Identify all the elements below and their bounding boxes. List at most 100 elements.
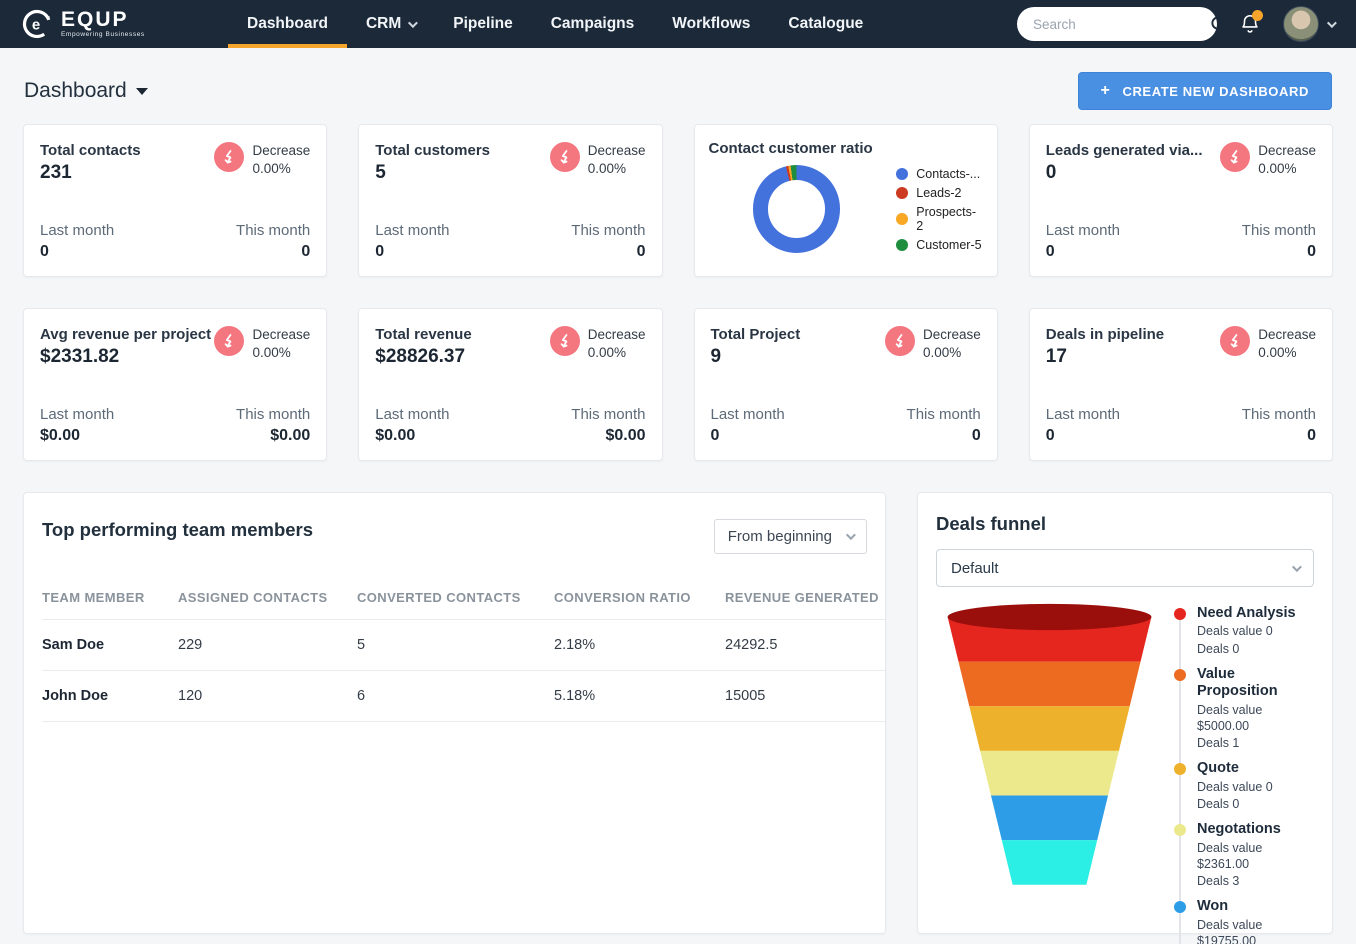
trend-label: Decrease [252, 327, 311, 342]
converted-contacts-value: 5 [357, 619, 554, 671]
stage-dot [1174, 608, 1186, 620]
trend-percent: 0.00% [1258, 161, 1297, 177]
stage-dot [1174, 824, 1186, 837]
trend-label: Decrease [922, 327, 981, 342]
stat-value: 17 [1045, 346, 1067, 367]
user-menu[interactable] [1283, 6, 1337, 42]
col-converted-contacts: CONVERTED CONTACTS [357, 590, 521, 605]
funnel-stage: Won Deals value $19755.00 Deals 10 [1174, 898, 1314, 944]
stat-value: 0 [1045, 162, 1057, 183]
contact-customer-ratio-card: Contact customer ratio Contacts-... Lead… [693, 124, 998, 277]
notifications-bell[interactable] [1239, 10, 1263, 36]
last-month-value: 0 [40, 243, 49, 260]
funnel-stage: Negotations Deals value $2361.00 Deals 3 [1174, 821, 1314, 889]
this-month-value: $0.00 [270, 427, 311, 444]
col-conversion-ratio: CONVERSION RATIO [554, 590, 691, 605]
nav-item-campaigns[interactable]: Campaigns [532, 0, 654, 48]
stat-card-total-revenue: Total revenue $28826.37 Decrease 0.00% La… [358, 308, 663, 461]
stat-card-deals-in-pipeline: Deals in pipeline 17 Decrease 0.00% Last … [1028, 308, 1333, 461]
last-month-label: Last month [710, 406, 785, 423]
last-month-value: 0 [1045, 427, 1055, 444]
stat-card-total-customers: Total customers 5 Decrease 0.00% Last mon… [358, 124, 663, 277]
trend-label: Decrease [1258, 143, 1316, 158]
nav-item-crm[interactable]: CRM [347, 0, 434, 48]
search-input[interactable] [1033, 16, 1210, 32]
legend-dot [896, 167, 909, 180]
deals-funnel-card: Deals funnel Default Need Analysis Deals… [917, 492, 1333, 944]
assigned-contacts-value: 229 [178, 619, 357, 671]
col-team-member: TEAM MEMBER [42, 590, 145, 605]
converted-contacts-value: 6 [357, 670, 554, 722]
nav-item-catalogue[interactable]: Catalogue [769, 0, 882, 48]
funnel-card-title: Deals funnel [936, 513, 1046, 534]
col-revenue-generated: REVENUE GENERATED [725, 590, 879, 605]
decrease-icon [1220, 326, 1251, 356]
funnel-stage: Quote Deals value 0 Deals 0 [1174, 760, 1314, 812]
stage-dot [1174, 901, 1186, 914]
this-month-label: This month [236, 222, 311, 239]
main-nav: Dashboard CRM Pipeline Campaigns Workflo… [228, 0, 882, 48]
create-new-dashboard-button[interactable]: + CREATE NEW DASHBOARD [1077, 72, 1332, 110]
revenue-generated-value: 15005 [725, 670, 885, 722]
last-month-label: Last month [375, 406, 450, 423]
search-icon[interactable] [1210, 15, 1229, 34]
time-range-dropdown[interactable]: From beginning [713, 519, 867, 554]
stage-dot [1174, 763, 1186, 776]
this-month-value: 0 [301, 243, 311, 260]
this-month-label: This month [906, 406, 981, 423]
funnel-stage: Need Analysis Deals value 0 Deals 0 [1174, 605, 1314, 657]
notification-badge [1252, 10, 1263, 21]
last-month-label: Last month [1045, 222, 1120, 239]
conversion-ratio-value: 2.18% [554, 619, 725, 671]
stat-title: Total Project [710, 326, 801, 343]
top-navbar: e EQUP Empowering Businesses Dashboard C… [0, 0, 1356, 48]
last-month-value: $0.00 [375, 427, 416, 444]
donut-chart [752, 165, 841, 253]
equp-logo-icon: e [20, 7, 54, 41]
last-month-label: Last month [40, 222, 115, 239]
stat-value: $2331.82 [40, 346, 120, 367]
stat-title: Total revenue [375, 326, 472, 343]
stat-value: 5 [375, 162, 386, 183]
page-title-dropdown[interactable]: Dashboard [24, 79, 148, 103]
donut-legend: Contacts-... Leads-2 Prospects-2 Custome… [896, 167, 982, 252]
last-month-value: 0 [375, 243, 385, 260]
last-month-value: 0 [710, 427, 720, 444]
this-month-value: 0 [1307, 243, 1316, 260]
this-month-label: This month [1241, 222, 1316, 239]
pipeline-select[interactable]: Default [936, 549, 1314, 587]
trend-percent: 0.00% [587, 161, 626, 177]
stat-card-total-contacts: Total contacts 231 Decrease 0.00% Last mo… [23, 124, 328, 277]
plus-icon: + [1100, 82, 1111, 99]
chevron-down-icon [845, 530, 856, 541]
last-month-label: Last month [375, 222, 450, 239]
revenue-generated-value: 24292.5 [725, 619, 885, 671]
trend-percent: 0.00% [587, 345, 626, 361]
trend-label: Decrease [252, 143, 311, 158]
nav-item-workflows[interactable]: Workflows [653, 0, 769, 48]
trend-label: Decrease [587, 143, 646, 158]
stat-title: Total customers [375, 142, 490, 159]
legend-item: Leads-2 [896, 186, 982, 200]
trend-label: Decrease [587, 327, 646, 342]
chevron-down-icon [1326, 17, 1337, 28]
this-month-value: 0 [636, 243, 646, 260]
team-member-name: Sam Doe [42, 619, 178, 671]
table-row: Sam Doe 229 5 2.18% 24292.5 [42, 619, 885, 671]
decrease-icon [214, 142, 245, 172]
legend-dot [896, 212, 909, 225]
this-month-value: $0.00 [605, 427, 646, 444]
legend-item: Customer-5 [896, 238, 982, 252]
brand-logo[interactable]: e EQUP Empowering Businesses [0, 0, 210, 48]
stat-title: Total contacts [40, 142, 141, 159]
last-month-label: Last month [1045, 406, 1120, 423]
trend-percent: 0.00% [252, 161, 291, 177]
nav-item-dashboard[interactable]: Dashboard [228, 0, 347, 48]
avatar [1283, 6, 1319, 42]
trend-percent: 0.00% [1258, 345, 1297, 361]
caret-down-icon [135, 87, 148, 95]
nav-item-pipeline[interactable]: Pipeline [434, 0, 531, 48]
last-month-value: $0.00 [40, 427, 81, 444]
decrease-icon [549, 326, 580, 356]
stat-value: $28826.37 [375, 346, 466, 367]
